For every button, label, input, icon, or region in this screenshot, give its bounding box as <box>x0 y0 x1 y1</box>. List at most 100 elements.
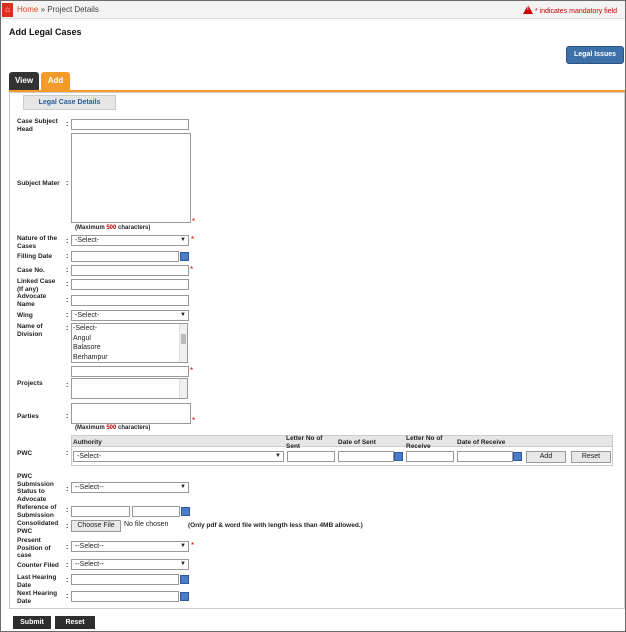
present-position-select[interactable]: --Select-- ▼ <box>71 541 189 552</box>
pwc-letter-receive-input[interactable] <box>406 451 454 462</box>
colon: : <box>66 593 69 600</box>
label-pwc-submission-status: PWC Submission Status to Advocate <box>17 473 54 503</box>
chevron-down-icon: ▼ <box>180 484 186 490</box>
pwc-reset-button[interactable]: Reset <box>571 451 611 463</box>
required-marker: * <box>192 416 196 425</box>
legal-issues-button[interactable]: Legal Issues <box>566 46 624 64</box>
mandatory-note: * indicates mandatory field <box>522 5 617 15</box>
calendar-icon[interactable] <box>513 452 522 461</box>
label-parties: Parties <box>17 413 39 420</box>
case-no-input[interactable] <box>71 265 189 276</box>
label-name-of-division: Name of Division <box>17 323 43 338</box>
subject-mater-textarea[interactable] <box>71 133 191 223</box>
calendar-icon[interactable] <box>180 592 189 601</box>
advocate-name-input[interactable] <box>71 295 189 306</box>
colon: : <box>66 121 69 128</box>
home-icon[interactable]: ⌂ <box>2 3 13 17</box>
colon: : <box>66 577 69 584</box>
label-subject-mater: Subject Mater <box>17 180 60 187</box>
label-present-position: Present Position of case <box>17 537 51 559</box>
max-chars-note: (Maximum 500 characters) <box>75 425 151 431</box>
division-option[interactable]: Balasore <box>73 343 187 353</box>
colon: : <box>66 267 69 274</box>
colon: : <box>66 486 69 493</box>
reference-submission-input[interactable] <box>71 506 130 517</box>
scrollbar-thumb[interactable] <box>181 334 186 344</box>
colon: : <box>66 238 69 245</box>
colon: : <box>66 544 69 551</box>
pwc-authority-select[interactable]: -Select- ▼ <box>73 451 284 462</box>
projects-filter-input[interactable] <box>71 366 189 377</box>
reset-button[interactable]: Reset <box>55 616 95 629</box>
required-marker: * <box>191 541 195 550</box>
submit-button[interactable]: Submit <box>13 616 51 629</box>
chevron-down-icon: ▼ <box>180 561 186 567</box>
required-marker: * <box>190 366 194 375</box>
subtab-legal-case-details[interactable]: Legal Case Details <box>23 95 116 110</box>
scrollbar[interactable] <box>179 379 187 398</box>
label-linked-case: Linked Case (If any) <box>17 278 56 293</box>
colon: : <box>66 562 69 569</box>
reference-date-input[interactable] <box>132 506 180 517</box>
file-hint: (Only pdf & word file with length less t… <box>188 522 363 529</box>
label-case-subject-head: Case Subject Head <box>17 118 58 133</box>
colon: : <box>66 312 69 319</box>
projects-listbox[interactable] <box>71 378 188 399</box>
pwc-letter-sent-input[interactable] <box>287 451 335 462</box>
breadcrumb-current: Project Details <box>47 5 99 14</box>
choose-file-button[interactable]: Choose File <box>71 520 121 532</box>
calendar-icon[interactable] <box>180 252 189 261</box>
required-marker: * <box>190 265 194 274</box>
nature-of-cases-select[interactable]: -Select- ▼ <box>71 235 189 246</box>
last-hearing-date-input[interactable] <box>71 574 179 585</box>
chevron-down-icon: ▼ <box>180 543 186 549</box>
required-marker: * <box>192 217 196 226</box>
label-consolidated-pwc: Consolidated PWC <box>17 520 59 535</box>
pwc-submission-select[interactable]: --Select-- ▼ <box>71 482 189 493</box>
scrollbar[interactable] <box>179 324 187 362</box>
division-option[interactable]: -Select- <box>73 324 187 334</box>
colon: : <box>66 180 69 187</box>
tab-add[interactable]: Add <box>41 72 70 90</box>
division-listbox[interactable]: -Select- Angul Balasore Berhampur <box>71 323 188 363</box>
mandatory-note-text: * indicates mandatory field <box>534 8 617 15</box>
division-option[interactable]: Berhampur <box>73 353 187 363</box>
label-wing: Wing <box>17 312 33 319</box>
pwc-date-sent-input[interactable] <box>338 451 394 462</box>
next-hearing-date-input[interactable] <box>71 591 179 602</box>
label-last-hearing-date: Last Hearing Date <box>17 574 57 589</box>
colon: : <box>66 253 69 260</box>
breadcrumb-home-link[interactable]: Home <box>17 5 38 14</box>
linked-case-input[interactable] <box>71 279 189 290</box>
breadcrumb-separator: » <box>40 5 46 14</box>
filling-date-input[interactable] <box>71 251 179 262</box>
parties-textarea[interactable] <box>71 403 191 424</box>
division-option[interactable]: Angul <box>73 334 187 344</box>
counter-filed-select[interactable]: --Select-- ▼ <box>71 559 189 570</box>
calendar-icon[interactable] <box>180 575 189 584</box>
page-title: Add Legal Cases <box>9 27 82 37</box>
file-status: No file chosen <box>124 521 169 528</box>
label-projects: Projects <box>17 380 43 387</box>
max-chars-note: (Maximum 500 characters) <box>75 225 151 231</box>
label-advocate-name: Advocate Name <box>17 293 47 308</box>
label-next-hearing-date: Next Hearing Date <box>17 590 58 605</box>
chevron-down-icon: ▼ <box>275 453 281 459</box>
chevron-down-icon: ▼ <box>180 312 186 318</box>
calendar-icon[interactable] <box>394 452 403 461</box>
pwc-col-date-sent: Date of Sent <box>338 439 376 446</box>
wing-select[interactable]: -Select- ▼ <box>71 310 189 321</box>
colon: : <box>66 413 69 420</box>
tab-view[interactable]: View <box>9 72 39 90</box>
chevron-down-icon: ▼ <box>180 237 186 243</box>
pwc-add-button[interactable]: Add <box>526 451 566 463</box>
pwc-date-receive-input[interactable] <box>457 451 513 462</box>
calendar-icon[interactable] <box>181 507 190 516</box>
colon: : <box>66 297 69 304</box>
colon: : <box>66 382 69 389</box>
label-reference-of-submission: Reference of Submission <box>17 504 57 519</box>
breadcrumb: Home » Project Details <box>17 5 99 14</box>
label-nature-of-cases: Nature of the Cases <box>17 235 58 250</box>
case-subject-head-input[interactable] <box>71 119 189 130</box>
colon: : <box>66 281 69 288</box>
